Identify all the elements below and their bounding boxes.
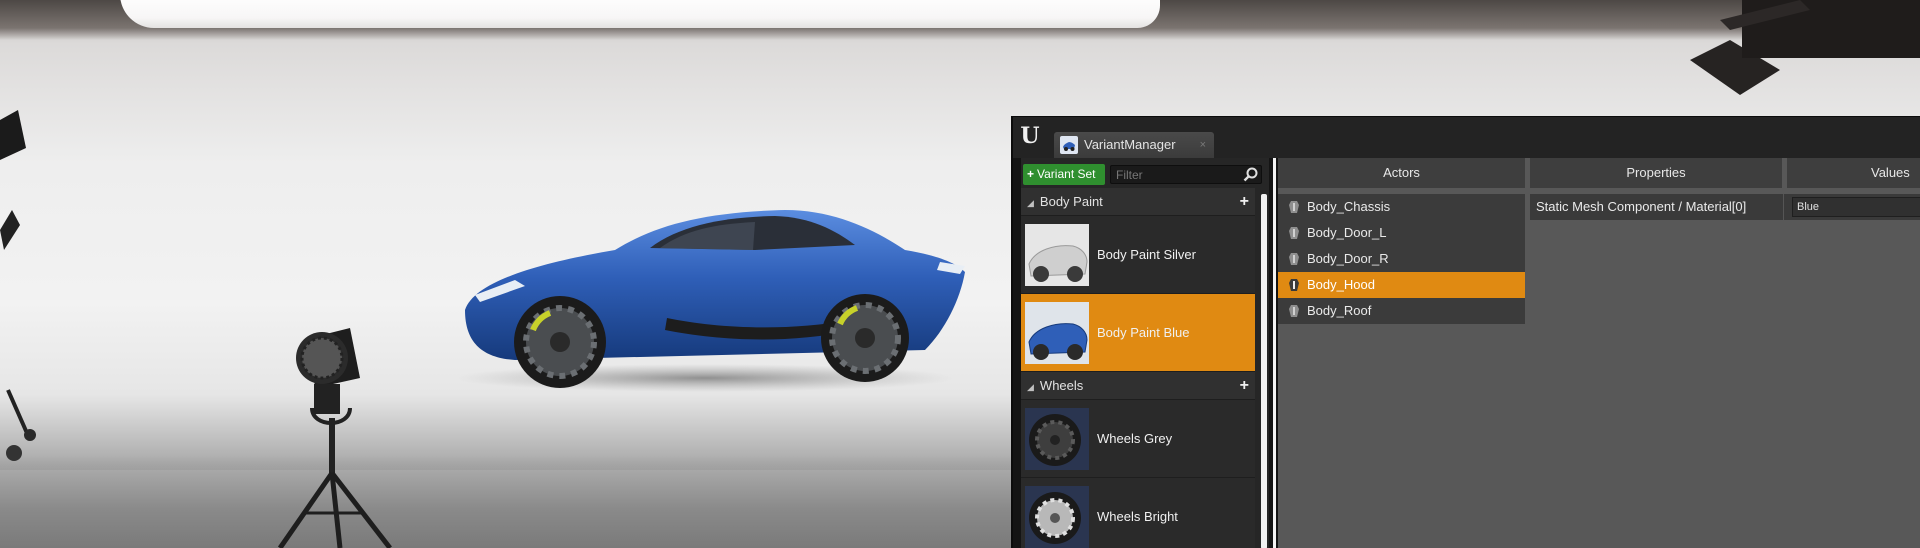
variant-manager-window: U VariantManager × + Variant Set Filter … (1011, 116, 1920, 548)
add-variant-button[interactable]: + (1240, 372, 1249, 400)
variant-toolbar: + Variant Set (1021, 158, 1269, 188)
viewport-scene: U VariantManager × + Variant Set Filter … (0, 0, 1920, 548)
variant-thumbnail (1025, 486, 1089, 548)
unreal-logo-icon: U (1020, 123, 1040, 149)
column-separator (1783, 194, 1784, 220)
variant-sets-panel: +Variant Set ◢Body Paint + (1021, 158, 1269, 548)
actor-label: Body_Door_L (1307, 225, 1387, 240)
actor-row[interactable]: Body_Door_R (1278, 246, 1525, 272)
actors-column-header[interactable]: Actors (1278, 158, 1525, 188)
actor-row[interactable]: Body_Chassis (1278, 194, 1525, 220)
tab-variant-manager[interactable]: VariantManager × (1054, 132, 1214, 158)
actor-label: Body_Door_R (1307, 251, 1389, 266)
collapse-triangle-icon[interactable]: ◢ (1027, 382, 1034, 392)
add-variant-set-button[interactable]: + Variant Set (1023, 164, 1105, 185)
actor-mesh-icon (1289, 253, 1299, 265)
actor-mesh-icon (1289, 279, 1299, 291)
collapse-triangle-icon[interactable]: ◢ (1027, 198, 1034, 208)
spot-lamp-tripod (277, 328, 392, 548)
overhead-softbox (120, 0, 1160, 28)
actor-label: Body_Chassis (1307, 199, 1391, 214)
add-variant-button[interactable]: + (1240, 188, 1249, 216)
variant-list-scrollbar[interactable] (1261, 194, 1267, 548)
variant-row[interactable]: Body Paint Silver (1021, 216, 1255, 294)
search-icon[interactable] (1243, 167, 1259, 183)
car-model (455, 210, 965, 392)
variant-set-name: Body Paint (1039, 194, 1103, 209)
property-name: Static Mesh Component / Material[0] (1536, 199, 1747, 214)
variant-label: Body Paint Blue (1097, 325, 1190, 340)
variant-label: Wheels Grey (1097, 431, 1173, 446)
variant-row[interactable]: Wheels Bright (1021, 478, 1255, 548)
studio-light-right (1690, 0, 1920, 95)
variant-set-header[interactable]: ◢ Wheels + (1021, 372, 1255, 400)
editor-content: +Variant Set ◢Body Paint + (1013, 158, 1920, 548)
variant-row-selected[interactable]: Body Paint Blue (1021, 294, 1255, 372)
variant-thumbnail (1025, 224, 1089, 286)
property-value-field[interactable]: Blue (1792, 197, 1920, 217)
actors-list: Body_Chassis Body_Door_L Body_Door_R Bod… (1278, 194, 1525, 324)
plus-icon: + (1027, 167, 1035, 181)
variant-set-name: Wheels (1039, 378, 1084, 393)
properties-column-header[interactable]: Properties (1530, 158, 1782, 188)
actors-properties-panel: Actors Properties Values Body_Chassis Bo… (1278, 158, 1920, 548)
actor-label: Body_Hood (1307, 277, 1375, 292)
filter-input[interactable] (1111, 166, 1246, 183)
variant-thumbnail (1025, 408, 1089, 470)
window-titlebar: U VariantManager × (1013, 117, 1920, 158)
variant-thumbnail (1025, 302, 1089, 364)
close-tab-icon[interactable]: × (1200, 132, 1206, 158)
variant-list: ◢ Body Paint + Body Paint Silver Body Pa… (1021, 188, 1255, 548)
tab-label: VariantManager (1084, 137, 1176, 152)
filter-field[interactable] (1110, 165, 1262, 184)
studio-light-left (0, 110, 36, 461)
actor-mesh-icon (1289, 305, 1299, 317)
variant-row[interactable]: Wheels Grey (1021, 400, 1255, 478)
actor-label: Body_Roof (1307, 303, 1372, 318)
actor-mesh-icon (1289, 227, 1299, 239)
variant-label: Wheels Bright (1097, 509, 1178, 524)
panel-splitter[interactable] (1273, 158, 1276, 548)
actor-mesh-icon (1289, 201, 1299, 213)
variant-label: Body Paint Silver (1097, 247, 1196, 262)
actor-row[interactable]: Body_Roof (1278, 298, 1525, 324)
add-variant-set-label: Variant Set (1037, 167, 1096, 181)
actor-row-selected[interactable]: Body_Hood (1278, 272, 1525, 298)
variant-set-header[interactable]: ◢ Body Paint + (1021, 188, 1255, 216)
values-column-header[interactable]: Values (1787, 158, 1920, 188)
property-row[interactable]: Static Mesh Component / Material[0] Blue (1530, 194, 1920, 220)
variant-manager-icon (1060, 136, 1078, 154)
actor-row[interactable]: Body_Door_L (1278, 220, 1525, 246)
